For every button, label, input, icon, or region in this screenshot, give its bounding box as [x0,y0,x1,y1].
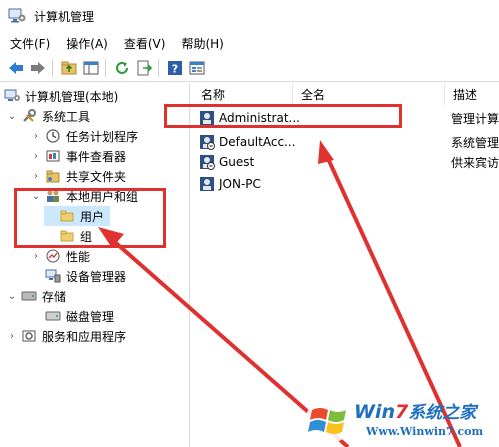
watermark-url: Www.Winwin7.com [366,425,484,438]
watermark-logo: Win7系统之家 Www.Winwin7.com [302,394,499,447]
watermark-brand: Win7系统之家 [354,401,477,423]
annotation-arrows [98,140,462,447]
annotation-arrowhead [318,140,334,164]
